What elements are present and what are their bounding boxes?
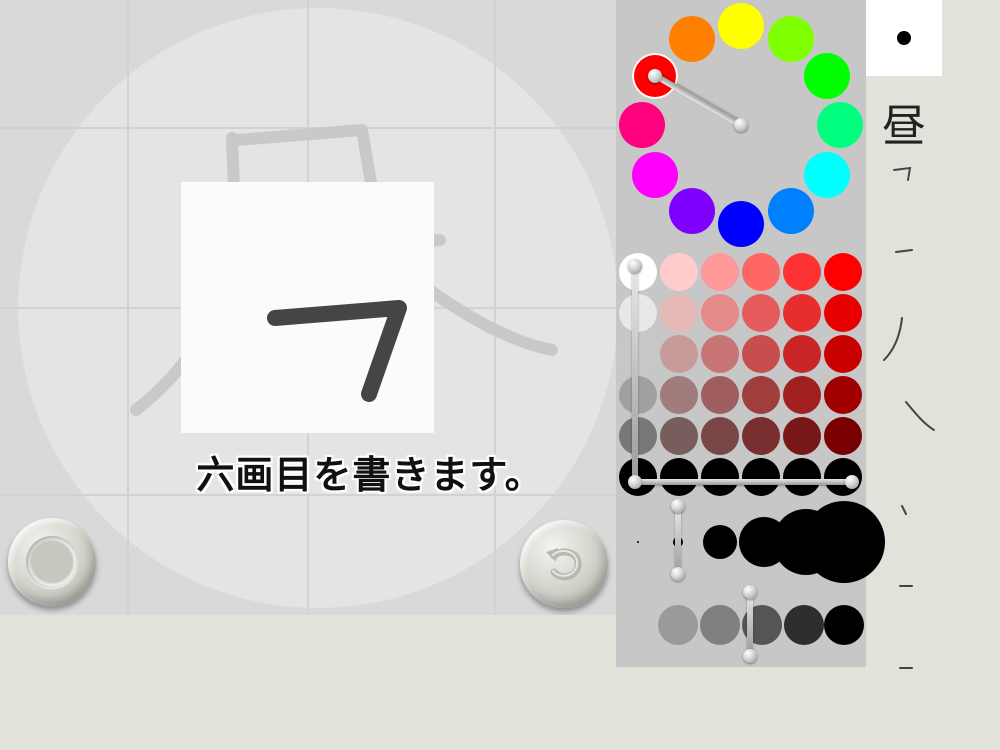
shade-swatch[interactable] bbox=[619, 417, 657, 455]
opacity-option[interactable] bbox=[784, 605, 824, 645]
shade-swatch[interactable] bbox=[660, 376, 698, 414]
shade-swatch[interactable] bbox=[701, 376, 739, 414]
hue-wheel[interactable] bbox=[616, 0, 866, 250]
brush-size-option[interactable] bbox=[703, 525, 737, 559]
shade-swatch[interactable] bbox=[824, 376, 862, 414]
opacity-selector[interactable] bbox=[616, 585, 866, 667]
shade-swatch[interactable] bbox=[824, 417, 862, 455]
shade-swatch[interactable] bbox=[660, 458, 698, 496]
shade-swatch[interactable] bbox=[701, 335, 739, 373]
shade-swatch[interactable] bbox=[783, 253, 821, 291]
hue-swatch[interactable] bbox=[668, 187, 715, 234]
shade-swatch[interactable] bbox=[742, 417, 780, 455]
brush-size-knob[interactable] bbox=[671, 499, 685, 513]
shade-swatch[interactable] bbox=[742, 376, 780, 414]
opacity-option[interactable] bbox=[700, 605, 740, 645]
shade-selector-knob[interactable] bbox=[628, 259, 642, 273]
opacity-handle[interactable] bbox=[747, 592, 753, 656]
shade-swatch[interactable] bbox=[783, 335, 821, 373]
hue-swatch[interactable] bbox=[817, 102, 863, 148]
stroke-order-3 bbox=[883, 317, 903, 361]
brush-size-handle[interactable] bbox=[675, 506, 681, 576]
shade-swatch[interactable] bbox=[783, 294, 821, 332]
shade-swatch[interactable] bbox=[824, 294, 862, 332]
shade-horizontal-handle[interactable] bbox=[632, 479, 854, 485]
undo-button[interactable] bbox=[520, 520, 608, 608]
stroke-order-4 bbox=[905, 401, 935, 431]
color-palette-panel bbox=[616, 0, 885, 667]
shade-swatch[interactable] bbox=[742, 253, 780, 291]
shade-swatch[interactable] bbox=[783, 417, 821, 455]
hue-selector-handle[interactable] bbox=[653, 72, 743, 128]
stroke-order-1 bbox=[893, 166, 912, 181]
record-button[interactable] bbox=[8, 518, 96, 606]
brush-preview-dot bbox=[897, 31, 911, 45]
drawing-canvas[interactable]: 六画目を書きます。 bbox=[0, 0, 616, 615]
stroke-order-2 bbox=[895, 249, 913, 253]
hue-swatch[interactable] bbox=[668, 16, 715, 63]
shade-selector-knob[interactable] bbox=[628, 475, 642, 489]
shade-swatch[interactable] bbox=[824, 253, 862, 291]
shade-swatch[interactable] bbox=[824, 335, 862, 373]
shade-selector-knob[interactable] bbox=[845, 475, 859, 489]
shade-swatch[interactable] bbox=[619, 335, 657, 373]
hue-selector-knob[interactable] bbox=[734, 118, 748, 132]
instruction-text: 六画目を書きます。 bbox=[196, 453, 544, 497]
opacity-option[interactable] bbox=[658, 605, 698, 645]
shade-swatch[interactable] bbox=[701, 458, 739, 496]
brush-size-selector[interactable] bbox=[616, 498, 885, 588]
opacity-knob[interactable] bbox=[743, 649, 757, 663]
opacity-option[interactable] bbox=[824, 605, 864, 645]
shade-swatch[interactable] bbox=[660, 253, 698, 291]
hue-swatch[interactable] bbox=[632, 151, 679, 198]
shade-swatch[interactable] bbox=[701, 294, 739, 332]
opacity-knob[interactable] bbox=[743, 585, 757, 599]
shade-swatch[interactable] bbox=[742, 335, 780, 373]
hue-swatch[interactable] bbox=[718, 3, 764, 49]
current-stroke-drawing bbox=[267, 300, 407, 402]
record-icon bbox=[26, 536, 78, 588]
shade-swatch[interactable] bbox=[783, 376, 821, 414]
hue-swatch[interactable] bbox=[767, 16, 814, 63]
hue-swatch[interactable] bbox=[803, 52, 850, 99]
brush-size-option[interactable] bbox=[637, 541, 639, 543]
undo-arrow-icon bbox=[546, 548, 582, 581]
hue-swatch[interactable] bbox=[767, 187, 814, 234]
hue-selector-knob[interactable] bbox=[648, 68, 663, 83]
shade-swatch[interactable] bbox=[660, 417, 698, 455]
shade-vertical-handle[interactable] bbox=[632, 266, 638, 484]
hue-swatch[interactable] bbox=[803, 151, 850, 198]
shade-swatch[interactable] bbox=[742, 294, 780, 332]
shade-swatch[interactable] bbox=[660, 294, 698, 332]
hue-swatch[interactable] bbox=[619, 102, 665, 148]
brush-size-knob[interactable] bbox=[671, 567, 685, 581]
shade-grid[interactable] bbox=[616, 250, 866, 500]
stroke-order-5 bbox=[901, 505, 907, 515]
shade-swatch[interactable] bbox=[701, 253, 739, 291]
shade-swatch[interactable] bbox=[701, 417, 739, 455]
brush-preview bbox=[866, 0, 942, 76]
stroke-order-list bbox=[883, 166, 935, 669]
shade-swatch[interactable] bbox=[619, 376, 657, 414]
hue-swatch[interactable] bbox=[718, 201, 764, 247]
shade-swatch[interactable] bbox=[742, 458, 780, 496]
shade-swatch[interactable] bbox=[660, 335, 698, 373]
shade-swatch[interactable] bbox=[619, 294, 657, 332]
shade-swatch[interactable] bbox=[783, 458, 821, 496]
